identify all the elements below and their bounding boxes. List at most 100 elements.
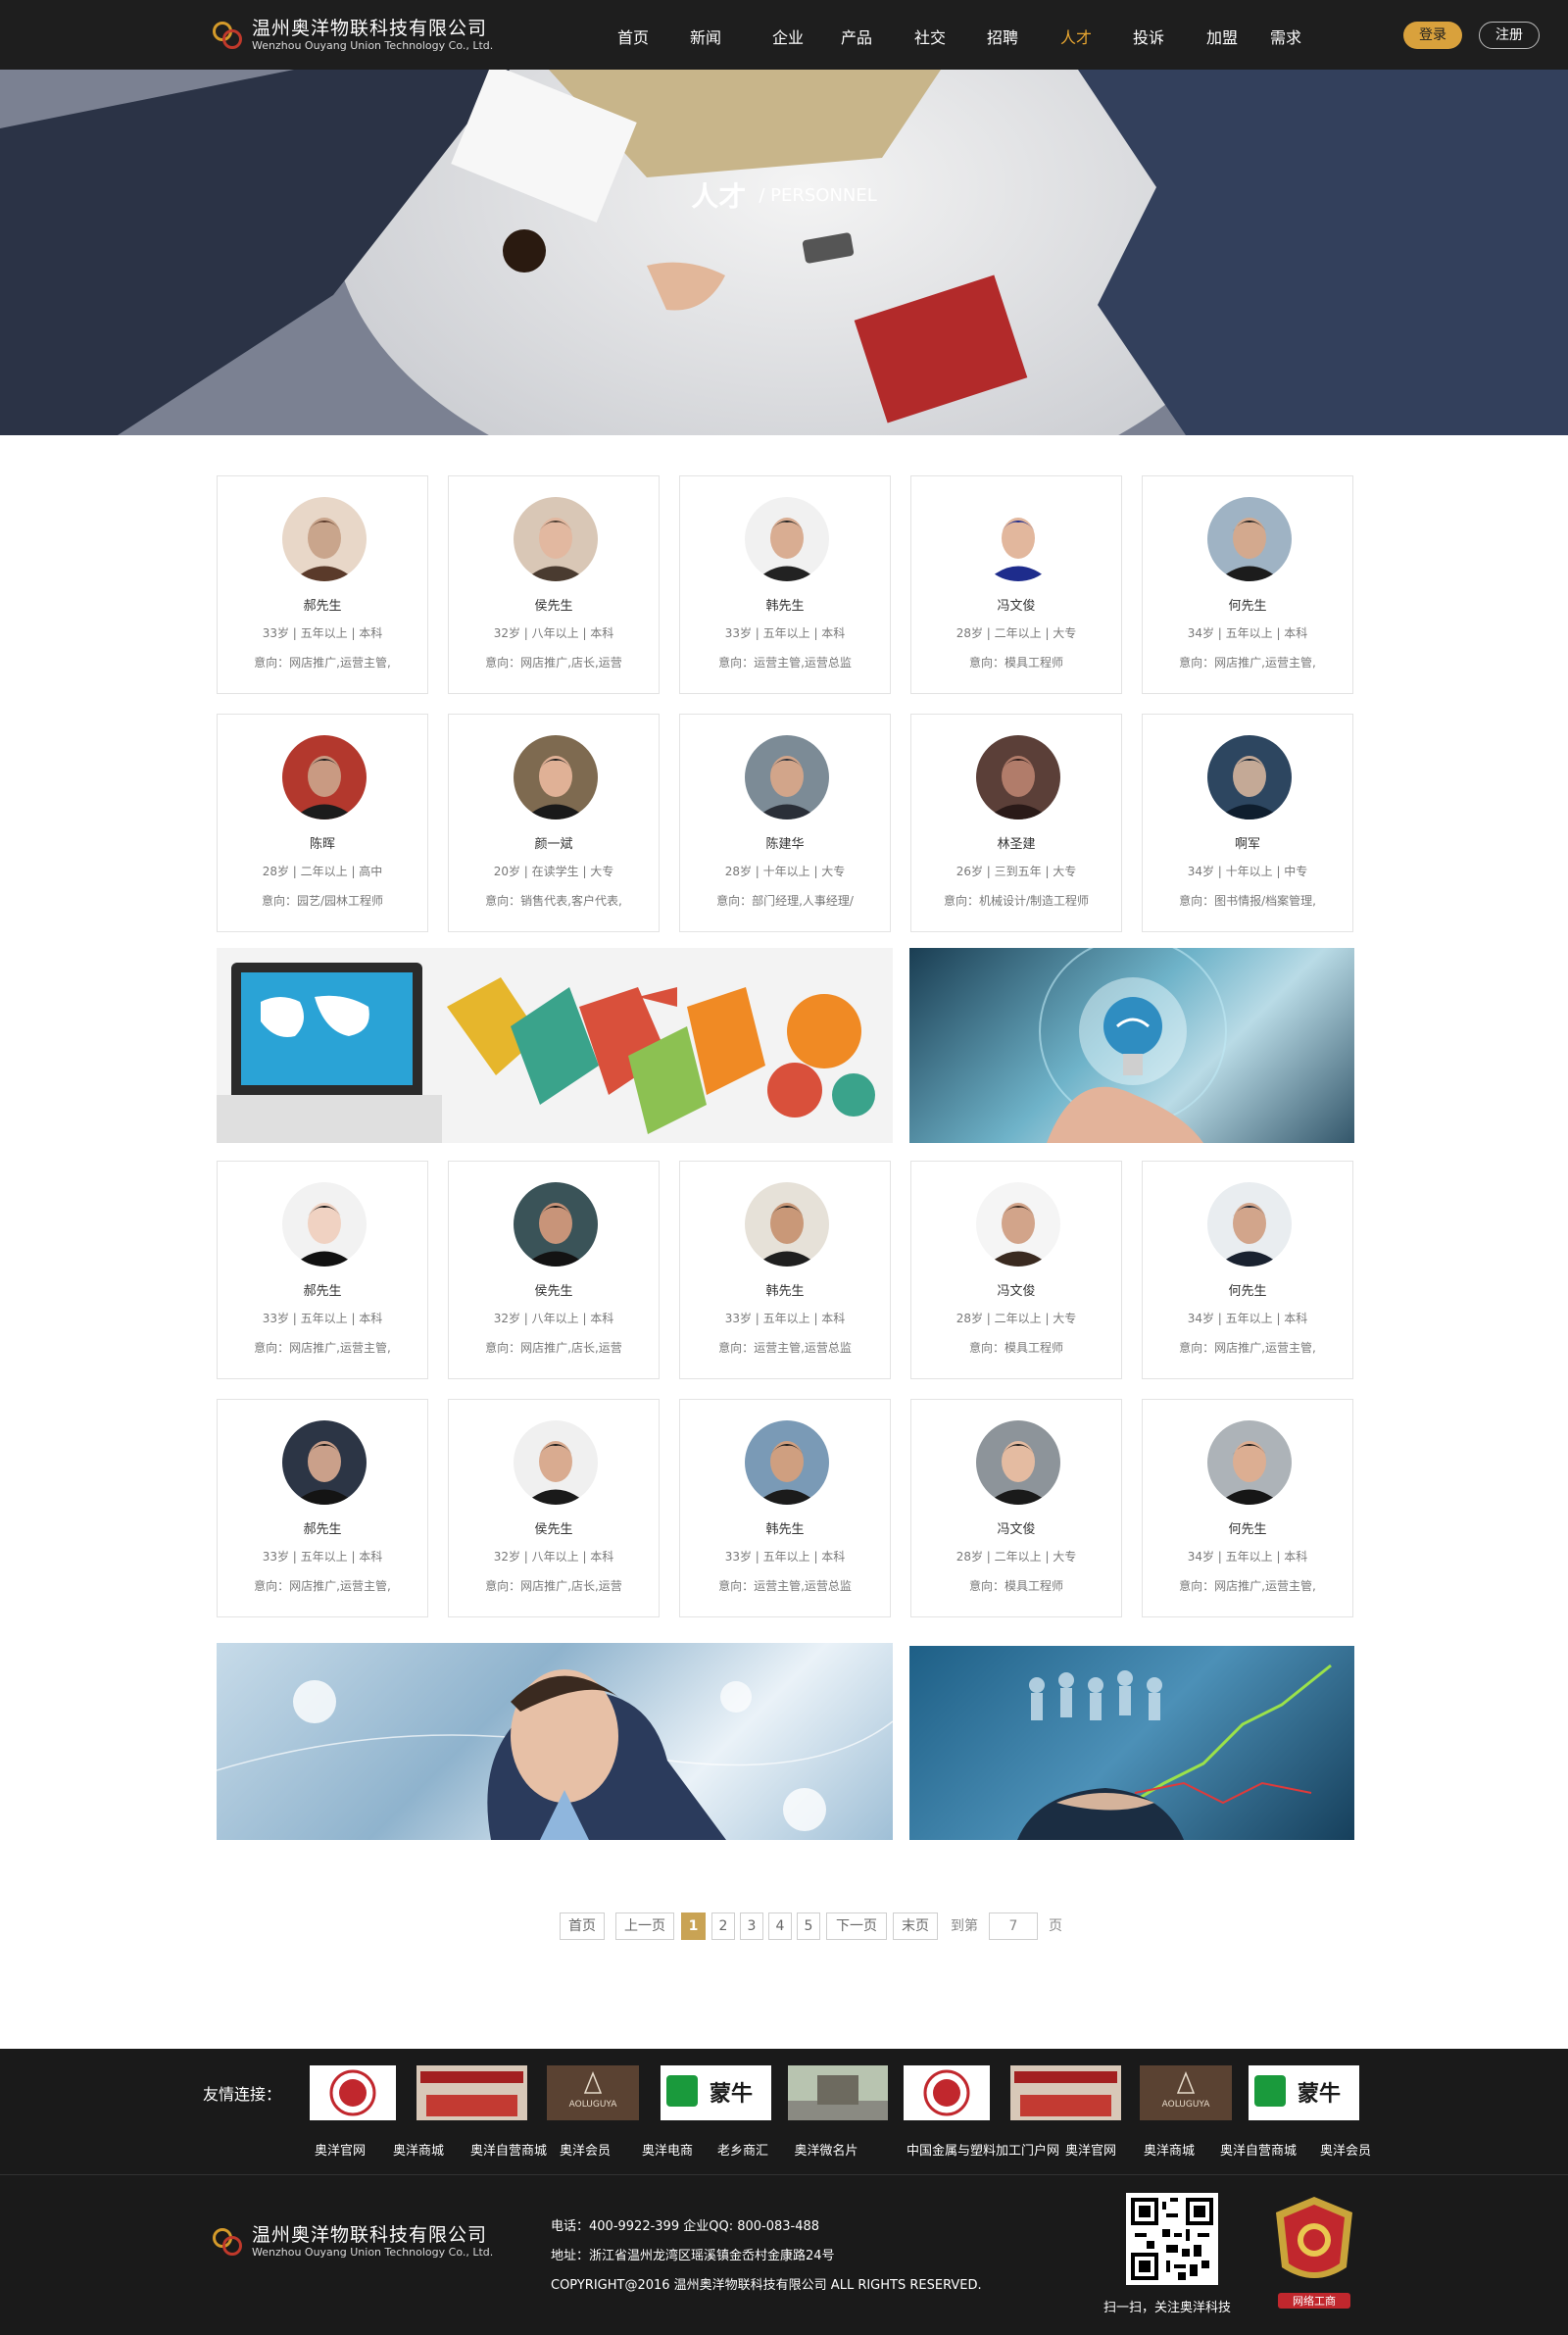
avatar[interactable] <box>745 735 829 820</box>
pager-first[interactable]: 首页 <box>560 1913 605 1940</box>
login-button[interactable]: 登录 <box>1403 22 1462 49</box>
pager-last[interactable]: 末页 <box>893 1913 938 1940</box>
talent-card[interactable]: 冯文俊 28岁 | 二年以上 | 大专 意向：模具工程师 <box>910 1161 1122 1379</box>
talent-card[interactable]: 韩先生 33岁 | 五年以上 | 本科 意向：运营主管,运营总监 <box>679 475 891 694</box>
ad-banner-lightbulb[interactable] <box>909 948 1354 1143</box>
pager-page-2[interactable]: 2 <box>711 1913 735 1940</box>
talent-card[interactable]: 侯先生 32岁 | 八年以上 | 本科 意向：网店推广,店长,运营 <box>448 475 660 694</box>
talent-card[interactable]: 侯先生 32岁 | 八年以上 | 本科 意向：网店推广,店长,运营 <box>448 1161 660 1379</box>
candidate-name[interactable]: 韩先生 <box>680 1280 890 1299</box>
talent-card[interactable]: 郝先生 33岁 | 五年以上 | 本科 意向：网店推广,运营主管, <box>217 475 428 694</box>
avatar[interactable] <box>282 1420 367 1505</box>
nav-news[interactable]: 新闻 <box>690 25 721 48</box>
talent-card[interactable]: 郝先生 33岁 | 五年以上 | 本科 意向：网店推广,运营主管, <box>217 1399 428 1617</box>
candidate-name[interactable]: 侯先生 <box>449 1518 659 1537</box>
friend-link[interactable]: 奥洋会员 <box>560 2140 611 2159</box>
pager-page-5[interactable]: 5 <box>797 1913 820 1940</box>
link-logo-seal[interactable] <box>310 2065 396 2120</box>
talent-card[interactable]: 侯先生 32岁 | 八年以上 | 本科 意向：网店推广,店长,运营 <box>448 1399 660 1617</box>
avatar[interactable] <box>282 735 367 820</box>
talent-card[interactable]: 颜一斌 20岁 | 在读学生 | 大专 意向：销售代表,客户代表, <box>448 714 660 932</box>
candidate-name[interactable]: 何先生 <box>1143 595 1352 614</box>
friend-link[interactable]: 奥洋电商 <box>642 2140 693 2159</box>
friend-link[interactable]: 奥洋商城 <box>393 2140 444 2159</box>
talent-card[interactable]: 啊军 34岁 | 十年以上 | 中专 意向：图书情报/档案管理, <box>1142 714 1353 932</box>
candidate-name[interactable]: 韩先生 <box>680 595 890 614</box>
candidate-name[interactable]: 陈建华 <box>680 833 890 852</box>
nav-recruit[interactable]: 招聘 <box>987 25 1018 48</box>
link-logo-mengniu[interactable]: 蒙牛 <box>1249 2065 1359 2120</box>
avatar[interactable] <box>282 1182 367 1267</box>
link-logo-aoluguya[interactable]: AOLUGUYA <box>547 2065 639 2120</box>
link-logo-mengniu[interactable]: 蒙牛 <box>661 2065 771 2120</box>
candidate-name[interactable]: 林圣建 <box>911 833 1121 852</box>
talent-card[interactable]: 林圣建 26岁 | 三到五年 | 大专 意向：机械设计/制造工程师 <box>910 714 1122 932</box>
link-logo-aoluguya[interactable]: AOLUGUYA <box>1140 2065 1232 2120</box>
candidate-name[interactable]: 侯先生 <box>449 1280 659 1299</box>
avatar[interactable] <box>1207 1420 1292 1505</box>
avatar[interactable] <box>514 1420 598 1505</box>
friend-link[interactable]: 奥洋会员 <box>1320 2140 1371 2159</box>
nav-home[interactable]: 首页 <box>617 25 649 48</box>
friend-link[interactable]: 奥洋自营商城 <box>1220 2140 1297 2159</box>
avatar[interactable] <box>1207 1182 1292 1267</box>
link-logo-stage[interactable] <box>1010 2065 1121 2120</box>
pager-page-4[interactable]: 4 <box>768 1913 792 1940</box>
friend-link[interactable]: 奥洋商城 <box>1144 2140 1195 2159</box>
talent-card[interactable]: 何先生 34岁 | 五年以上 | 本科 意向：网店推广,运营主管, <box>1142 1161 1353 1379</box>
register-button[interactable]: 注册 <box>1479 22 1540 49</box>
avatar[interactable] <box>1207 735 1292 820</box>
site-logo[interactable]: 温州奥洋物联科技有限公司 Wenzhou Ouyang Union Techno… <box>213 15 493 56</box>
pager-page-1[interactable]: 1 <box>681 1913 706 1940</box>
talent-card[interactable]: 何先生 34岁 | 五年以上 | 本科 意向：网店推广,运营主管, <box>1142 1399 1353 1617</box>
candidate-name[interactable]: 冯文俊 <box>911 595 1121 614</box>
friend-link[interactable]: 奥洋微名片 <box>794 2140 858 2159</box>
pager-prev[interactable]: 上一页 <box>615 1913 674 1940</box>
avatar[interactable] <box>745 1182 829 1267</box>
candidate-name[interactable]: 颜一斌 <box>449 833 659 852</box>
nav-franchise[interactable]: 加盟 <box>1206 25 1238 48</box>
friend-link[interactable]: 奥洋自营商城 <box>470 2140 547 2159</box>
avatar[interactable] <box>282 497 367 581</box>
pager-next[interactable]: 下一页 <box>826 1913 887 1940</box>
candidate-name[interactable]: 陈晖 <box>218 833 427 852</box>
candidate-name[interactable]: 郝先生 <box>218 1518 427 1537</box>
candidate-name[interactable]: 啊军 <box>1143 833 1352 852</box>
nav-products[interactable]: 产品 <box>841 25 872 48</box>
candidate-name[interactable]: 侯先生 <box>449 595 659 614</box>
nav-enterprise[interactable]: 企业 <box>772 25 804 48</box>
candidate-name[interactable]: 冯文俊 <box>911 1280 1121 1299</box>
candidate-name[interactable]: 韩先生 <box>680 1518 890 1537</box>
friend-link[interactable]: 奥洋官网 <box>1065 2140 1116 2159</box>
nav-talent[interactable]: 人才 <box>1060 25 1092 48</box>
talent-card[interactable]: 郝先生 33岁 | 五年以上 | 本科 意向：网店推广,运营主管, <box>217 1161 428 1379</box>
talent-card[interactable]: 陈晖 28岁 | 二年以上 | 高中 意向：园艺/园林工程师 <box>217 714 428 932</box>
nav-demand[interactable]: 需求 <box>1270 25 1301 48</box>
candidate-name[interactable]: 郝先生 <box>218 1280 427 1299</box>
candidate-name[interactable]: 冯文俊 <box>911 1518 1121 1537</box>
friend-link[interactable]: 奥洋官网 <box>315 2140 366 2159</box>
friend-link[interactable]: 中国金属与塑料加工门户网 <box>906 2140 1059 2159</box>
candidate-name[interactable]: 何先生 <box>1143 1280 1352 1299</box>
candidate-name[interactable]: 何先生 <box>1143 1518 1352 1537</box>
link-logo-seal[interactable] <box>904 2065 990 2120</box>
avatar[interactable] <box>514 1182 598 1267</box>
avatar[interactable] <box>745 1420 829 1505</box>
ad-banner-businessman[interactable] <box>217 1643 893 1840</box>
avatar[interactable] <box>976 1182 1060 1267</box>
talent-card[interactable]: 陈建华 28岁 | 十年以上 | 大专 意向：部门经理,人事经理/ <box>679 714 891 932</box>
friend-link[interactable]: 老乡商汇 <box>717 2140 768 2159</box>
talent-card[interactable]: 韩先生 33岁 | 五年以上 | 本科 意向：运营主管,运营总监 <box>679 1399 891 1617</box>
avatar[interactable] <box>976 1420 1060 1505</box>
footer-logo[interactable]: 温州奥洋物联科技有限公司 Wenzhou Ouyang Union Techno… <box>213 2224 493 2260</box>
avatar[interactable] <box>1207 497 1292 581</box>
avatar[interactable] <box>514 497 598 581</box>
business-license-badge-icon[interactable]: 网络工商 <box>1268 2191 1360 2309</box>
talent-card[interactable]: 韩先生 33岁 | 五年以上 | 本科 意向：运营主管,运营总监 <box>679 1161 891 1379</box>
pager-goto-input[interactable] <box>989 1913 1038 1940</box>
talent-card[interactable]: 冯文俊 28岁 | 二年以上 | 大专 意向：模具工程师 <box>910 475 1122 694</box>
nav-social[interactable]: 社交 <box>914 25 946 48</box>
link-logo-stage[interactable] <box>416 2065 527 2120</box>
pager-page-3[interactable]: 3 <box>740 1913 763 1940</box>
talent-card[interactable]: 冯文俊 28岁 | 二年以上 | 大专 意向：模具工程师 <box>910 1399 1122 1617</box>
